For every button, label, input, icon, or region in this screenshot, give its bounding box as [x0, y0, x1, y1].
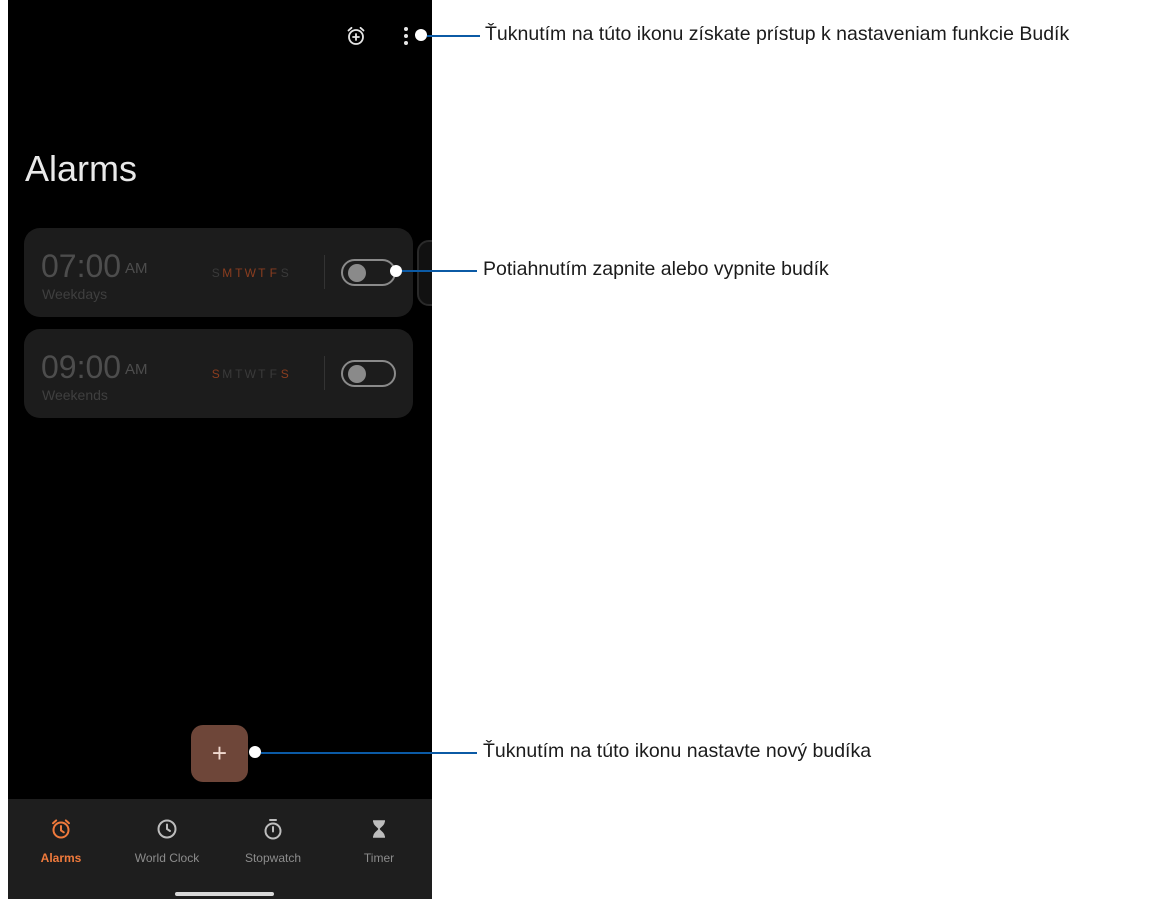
day-letter: S: [280, 266, 289, 280]
callout-toggle-text: Potiahnutím zapnite alebo vypnite budík: [483, 258, 829, 280]
card-peek: [417, 240, 432, 306]
nav-label: World Clock: [134, 851, 200, 865]
alarm-card[interactable]: 09:00 AM Weekends SMTWTFS: [24, 329, 413, 418]
add-alarm-button[interactable]: +: [191, 725, 248, 782]
callout-line: [427, 35, 480, 37]
callout-settings-text: Ťuknutím na túto ikonu získate prístup k…: [485, 23, 1070, 45]
alarm-add-icon[interactable]: [344, 24, 368, 48]
nav-label: Alarms: [40, 851, 82, 865]
alarm-ampm: AM: [125, 361, 148, 378]
day-letter: S: [211, 367, 220, 381]
callout-line: [261, 752, 477, 754]
phone-screen: Alarms 07:00 AM Weekdays SMTWTFS 09:00 A…: [8, 0, 432, 899]
toggle-knob: [348, 264, 366, 282]
callout-dot: [249, 746, 261, 758]
nav-item-timer[interactable]: Timer: [326, 817, 432, 865]
callout-dot: [415, 29, 427, 41]
day-letter: W: [244, 266, 256, 280]
alarm-card[interactable]: 07:00 AM Weekdays SMTWTFS: [24, 228, 413, 317]
nav-item-world-clock[interactable]: World Clock: [114, 817, 220, 865]
page-title: Alarms: [25, 148, 138, 189]
callout-line: [402, 270, 477, 272]
day-letter: F: [269, 266, 277, 280]
nav-item-alarms[interactable]: Alarms: [8, 817, 114, 865]
day-letter: T: [235, 266, 243, 280]
alarm-days: SMTWTFS: [210, 266, 291, 280]
alarm-toggle[interactable]: [341, 259, 396, 286]
hourglass-icon: [367, 817, 391, 841]
alarm-label: Weekdays: [42, 286, 108, 302]
card-divider: [324, 356, 325, 390]
nav-item-stopwatch[interactable]: Stopwatch: [220, 817, 326, 865]
bottom-nav: Alarms World Clock Stopwatch Timer: [8, 799, 432, 899]
day-letter: M: [222, 367, 233, 381]
alarm-label: Weekends: [42, 387, 108, 403]
day-letter: S: [211, 266, 220, 280]
day-letter: S: [280, 367, 289, 381]
alarm-days: SMTWTFS: [210, 367, 291, 381]
home-indicator[interactable]: [175, 892, 274, 896]
day-letter: T: [235, 367, 243, 381]
card-divider: [324, 255, 325, 289]
day-letter: T: [258, 367, 266, 381]
stopwatch-icon: [261, 817, 285, 841]
alarm-time: 09:00: [41, 349, 122, 385]
day-letter: F: [269, 367, 277, 381]
callout-dot: [390, 265, 402, 277]
day-letter: M: [222, 266, 233, 280]
alarm-ampm: AM: [125, 260, 148, 277]
day-letter: T: [258, 266, 266, 280]
alarm-toggle[interactable]: [341, 360, 396, 387]
nav-label: Stopwatch: [244, 851, 302, 865]
toggle-knob: [348, 365, 366, 383]
day-letter: W: [244, 367, 256, 381]
alarm-time: 07:00: [41, 248, 122, 284]
alarm-icon: [49, 817, 73, 841]
callout-add-text: Ťuknutím na túto ikonu nastavte nový bud…: [483, 740, 872, 762]
nav-label: Timer: [363, 851, 395, 865]
clock-icon: [155, 817, 179, 841]
